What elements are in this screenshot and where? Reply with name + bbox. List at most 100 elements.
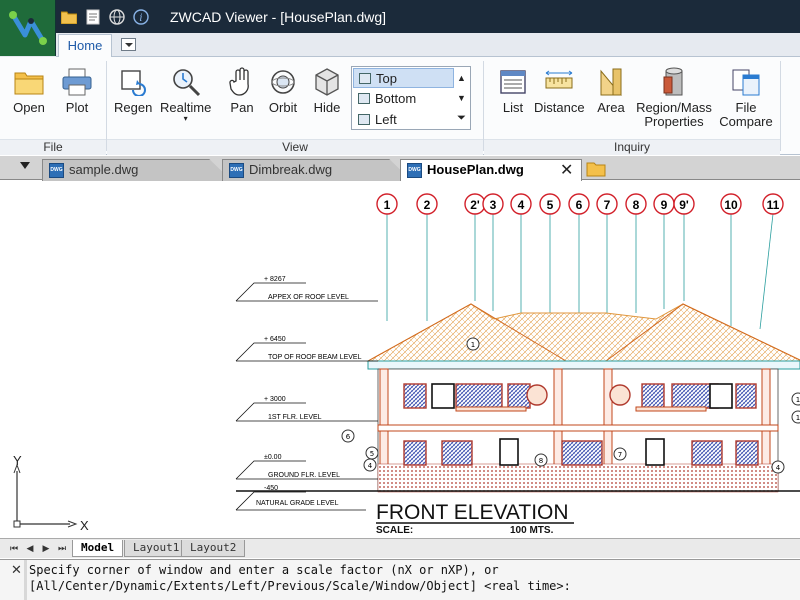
plot-button[interactable]: Plot <box>60 65 94 115</box>
file-compare-button[interactable]: File Compare <box>718 65 774 129</box>
area-icon <box>594 65 628 99</box>
callout-bubble: 4 <box>363 458 377 472</box>
group-label-view: View <box>107 139 483 155</box>
info-icon[interactable]: i <box>132 8 150 26</box>
command-line: ✕ Specify corner of window and enter a s… <box>0 559 800 600</box>
view-item-left[interactable]: Left <box>353 110 454 130</box>
printer-icon <box>60 65 94 99</box>
app-menu-button[interactable] <box>0 0 56 56</box>
ribbon: Open Plot File Regen Realtime ▾ Pan Orbi… <box>0 57 800 155</box>
dwg-file-icon: DWG <box>407 163 422 178</box>
scroll-down-icon[interactable]: ▼ <box>453 87 470 108</box>
area-button[interactable]: Area <box>594 65 628 115</box>
tab-home[interactable]: Home <box>58 34 112 58</box>
group-label-inquiry: Inquiry <box>484 139 780 155</box>
expand-list-icon[interactable]: ⏷ <box>453 108 470 129</box>
view-item-bottom[interactable]: Bottom <box>353 89 454 109</box>
dwg-file-icon: DWG <box>49 163 64 178</box>
callout-bubble: 5 <box>365 446 379 460</box>
callout-bubble: 8 <box>534 453 548 467</box>
drawing-canvas[interactable]: 1 2 2' 3 4 5 6 7 8 9 9' 10 11 + 8267 APP… <box>6 181 800 538</box>
orbit-button[interactable]: Orbit <box>266 65 300 115</box>
svg-text:7: 7 <box>618 451 622 459</box>
level-label: GROUND FLR. LEVEL <box>268 472 340 479</box>
svg-text:8: 8 <box>539 457 543 465</box>
view-preset-list[interactable]: Top Bottom Left ▲ ▼ ⏷ <box>351 66 471 130</box>
group-label-file: File <box>0 139 106 155</box>
first-layout-icon[interactable]: ⏮ <box>8 542 20 555</box>
level-label: NATURAL GRADE LEVEL <box>256 500 339 507</box>
grid-axes: 1 2 2' 3 4 5 6 7 8 9 9' 10 11 <box>376 193 784 330</box>
scale-value: 100 MTS. <box>510 525 554 536</box>
open-folder-tab-icon[interactable] <box>586 161 606 178</box>
ucs-y-label: Y <box>13 453 22 468</box>
layout-tab-bar: ⏮ ◀ ▶ ⏭ Model Layout1 Layout2 <box>0 538 800 558</box>
prev-layout-icon[interactable]: ◀ <box>24 542 36 555</box>
grid-marker-label: 5 <box>547 198 554 212</box>
doctab-sample[interactable]: DWG sample.dwg <box>42 159 232 181</box>
ribbon-tab-bar: Home <box>56 33 800 58</box>
grid-marker-label: 7 <box>604 198 611 212</box>
scroll-up-icon[interactable]: ▲ <box>453 67 470 88</box>
level-elevation: + 8267 <box>264 276 286 283</box>
view-item-top[interactable]: Top <box>353 68 454 88</box>
quick-access-toolbar: i <box>60 8 150 26</box>
layout-tab-model[interactable]: Model <box>72 540 124 557</box>
grid-marker-label: 2 <box>424 198 431 212</box>
doctab-dimbreak[interactable]: DWG Dimbreak.dwg <box>222 159 412 181</box>
ribbon-options-dropdown[interactable] <box>121 38 136 51</box>
list-button[interactable]: List <box>496 65 530 115</box>
next-layout-icon[interactable]: ▶ <box>40 542 52 555</box>
zoom-realtime-icon <box>169 65 203 99</box>
svg-text:6: 6 <box>346 433 351 441</box>
callout-bubble: 1 <box>791 410 800 424</box>
grid-axis-line <box>759 213 774 330</box>
level-elevation: + 3000 <box>264 396 286 403</box>
web-globe-icon[interactable] <box>108 8 126 26</box>
close-icon[interactable]: ✕ <box>11 562 22 578</box>
grid-marker-label: 6 <box>576 198 583 212</box>
zwcad-logo-icon <box>9 11 47 45</box>
grid-marker-label: 10 <box>724 198 738 212</box>
svg-text:5: 5 <box>370 450 374 458</box>
level-elevation: ±0.00 <box>264 454 282 461</box>
chevron-down-icon[interactable]: ▾ <box>184 115 188 123</box>
cube-hide-icon <box>310 65 344 99</box>
svg-text:1: 1 <box>471 341 475 349</box>
layout-tab-layout2[interactable]: Layout2 <box>181 540 246 557</box>
hide-button[interactable]: Hide <box>310 65 344 115</box>
grid-marker-label: 2' <box>470 198 480 212</box>
grid-marker-label: 9 <box>661 198 668 212</box>
pan-button[interactable]: Pan <box>225 65 259 115</box>
realtime-zoom-button[interactable]: Realtime ▾ <box>160 65 211 123</box>
ucs-icon: Y X <box>13 453 89 533</box>
callout-bubble: 6 <box>341 429 355 443</box>
hand-pan-icon <box>225 65 259 99</box>
close-tab-icon[interactable]: ✕ <box>560 160 573 180</box>
list-icon <box>496 65 530 99</box>
roof <box>366 303 800 370</box>
command-prompt-line[interactable]: [All/Center/Dynamic/Extents/Left/Previou… <box>29 579 571 593</box>
regen-button[interactable]: Regen <box>114 65 152 115</box>
last-layout-icon[interactable]: ⏭ <box>56 542 68 555</box>
svg-text:i: i <box>139 13 142 24</box>
distance-button[interactable]: Distance <box>534 65 585 115</box>
svg-text:1: 1 <box>796 414 800 422</box>
distance-icon <box>542 65 576 99</box>
command-history-line: Specify corner of window and enter a sca… <box>29 563 499 577</box>
callout-bubble: 1 <box>466 337 480 351</box>
region-mass-properties-button[interactable]: Region/Mass Properties <box>634 65 714 129</box>
open-button[interactable]: Open <box>12 65 46 115</box>
grid-marker-label: 9' <box>679 198 689 212</box>
level-marks: + 8267 APPEX OF ROOF LEVEL + 6450 TOP OF RO… <box>235 276 378 511</box>
callout-bubble: 7 <box>613 447 627 461</box>
print-preview-icon[interactable] <box>84 8 102 26</box>
level-elevation: + 6450 <box>264 336 286 343</box>
window-title: ZWCAD Viewer - [HousePlan.dwg] <box>170 9 387 25</box>
grid-marker-label: 3 <box>490 198 497 212</box>
drawing-title: FRONT ELEVATION <box>376 501 569 524</box>
tab-list-chevron-icon[interactable] <box>20 162 30 169</box>
open-folder-icon[interactable] <box>60 8 78 26</box>
layout-tab-layout1[interactable]: Layout1 <box>124 540 189 557</box>
doctab-houseplan[interactable]: DWG HousePlan.dwg <box>400 159 582 181</box>
